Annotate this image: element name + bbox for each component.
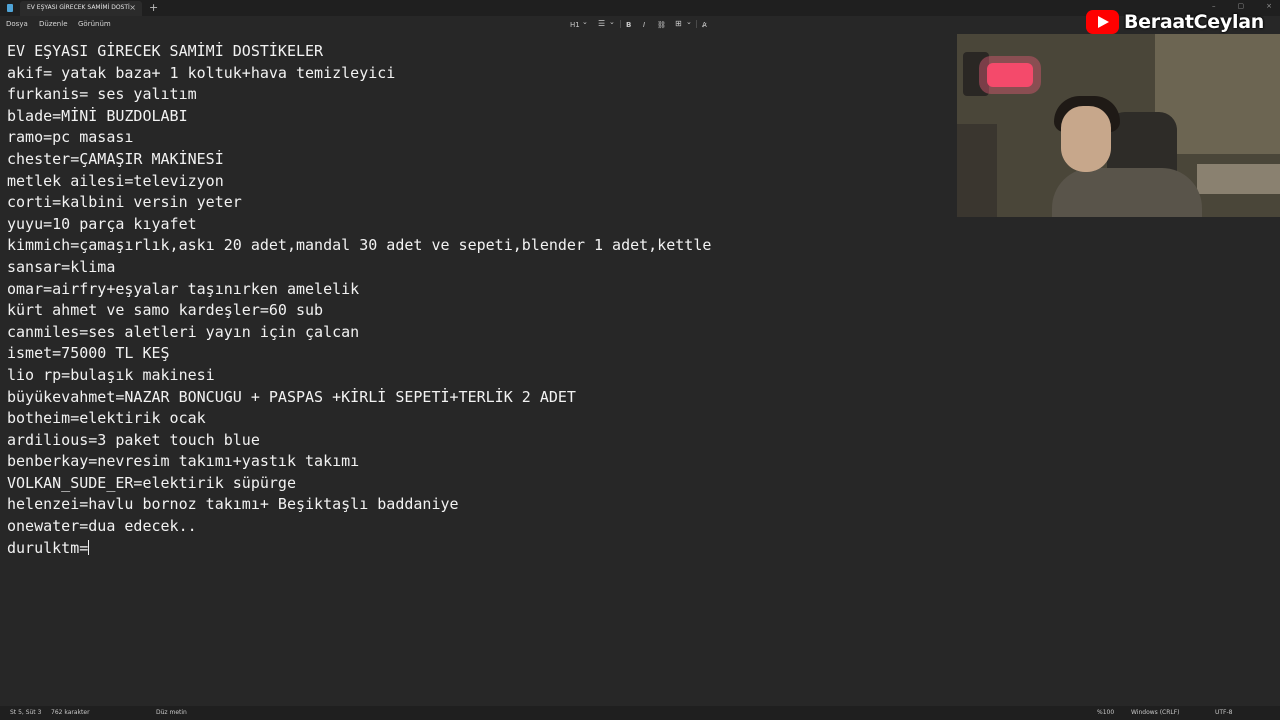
toolbar-divider (620, 20, 621, 28)
webcam-person-body (1052, 168, 1202, 217)
tab-title: EV EŞYASI GİRECEK SAMİMİ DOSTİ (27, 4, 130, 11)
zoom-level[interactable]: %100 (1097, 709, 1114, 716)
link-icon[interactable]: ⛓ (657, 20, 666, 30)
list-icon[interactable]: ☰ (598, 19, 605, 29)
character-count: 762 karakter (51, 709, 90, 716)
webcam-overlay (957, 34, 1280, 217)
webcam-person-face (1061, 106, 1111, 172)
heading-chevron-icon[interactable]: ⌄ (582, 17, 588, 27)
text-format[interactable]: Düz metin (156, 709, 187, 716)
channel-badge: BeraatCeylan (1086, 9, 1264, 35)
editor-line[interactable]: ardilious=3 paket touch blue (7, 430, 947, 452)
editor-line[interactable]: blade=MİNİ BUZDOLABI (7, 106, 947, 128)
editor-line[interactable]: VOLKAN_SUDE_ER=elektirik süpürge (7, 473, 947, 495)
editor-line[interactable]: akif= yatak baza+ 1 koltuk+hava temizley… (7, 63, 947, 85)
menu-file[interactable]: Dosya (6, 20, 28, 28)
editor-line[interactable]: metlek ailesi=televizyon (7, 171, 947, 193)
webcam-heater-light (987, 63, 1033, 87)
list-chevron-icon[interactable]: ⌄ (609, 17, 615, 27)
editor-line[interactable]: chester=ÇAMAŞIR MAKİNESİ (7, 149, 947, 171)
clear-formatting-icon[interactable]: A̷ (702, 20, 707, 30)
italic-button[interactable]: I (643, 20, 645, 30)
editor-text-area[interactable]: EV EŞYASI GİRECEK SAMİMİ DOSTİKELER akif… (7, 41, 947, 559)
new-tab-icon[interactable]: + (149, 1, 158, 14)
editor-line[interactable]: büyükevahmet=NAZAR BONCUGU + PASPAS +KİR… (7, 387, 947, 409)
editor-line[interactable]: benberkay=nevresim takımı+yastık takımı (7, 451, 947, 473)
status-bar: St 5, Süt 3 762 karakter Düz metin %100 … (0, 706, 1280, 720)
editor-line[interactable]: kürt ahmet ve samo kardeşler=60 sub (7, 300, 947, 322)
close-window-icon[interactable]: × (1266, 2, 1272, 10)
editor-line[interactable]: corti=kalbini versin yeter (7, 192, 947, 214)
menu-view[interactable]: Görünüm (78, 20, 111, 28)
editor-line[interactable]: lio rp=bulaşık makinesi (7, 365, 947, 387)
table-icon[interactable]: ⊞ (675, 19, 682, 29)
bold-button[interactable]: B (626, 20, 631, 30)
table-chevron-icon[interactable]: ⌄ (686, 17, 692, 27)
editor-line[interactable]: omar=airfry+eşyalar taşınırken amelelik (7, 279, 947, 301)
editor-line[interactable]: sansar=klima (7, 257, 947, 279)
toolbar-divider (696, 20, 697, 28)
editor-line[interactable]: yuyu=10 parça kıyafet (7, 214, 947, 236)
editor-line[interactable]: canmiles=ses aletleri yayın için çalcan (7, 322, 947, 344)
youtube-icon (1086, 10, 1119, 34)
editor-line[interactable]: helenzei=havlu bornoz takımı+ Beşiktaşlı… (7, 494, 947, 516)
cursor-position: St 5, Süt 3 (10, 709, 42, 716)
editor-line[interactable]: furkanis= ses yalıtım (7, 84, 947, 106)
heading-dropdown[interactable]: H1 (570, 20, 580, 30)
webcam-bed (1197, 164, 1280, 194)
editor-line[interactable]: onewater=dua edecek.. (7, 516, 947, 538)
editor-line[interactable]: EV EŞYASI GİRECEK SAMİMİ DOSTİKELER (7, 41, 947, 63)
editor-line[interactable]: kimmich=çamaşırlık,askı 20 adet,mandal 3… (7, 235, 947, 257)
menu-edit[interactable]: Düzenle (39, 20, 68, 28)
encoding[interactable]: UTF-8 (1215, 709, 1233, 716)
close-tab-icon[interactable]: × (129, 3, 136, 13)
document-tab[interactable]: EV EŞYASI GİRECEK SAMİMİ DOSTİ × (20, 1, 142, 16)
line-ending[interactable]: Windows (CRLF) (1131, 709, 1180, 716)
editor-line[interactable]: botheim=elektirik ocak (7, 408, 947, 430)
notepad-app-icon (7, 4, 13, 12)
notepad-window: EV EŞYASI GİRECEK SAMİMİ DOSTİ × + – ▢ ×… (0, 0, 1280, 720)
channel-name: BeraatCeylan (1124, 11, 1264, 33)
editor-line[interactable]: durulktm= (7, 538, 947, 560)
editor-line[interactable]: ismet=75000 TL KEŞ (7, 343, 947, 365)
editor-line[interactable]: ramo=pc masası (7, 127, 947, 149)
webcam-shelf (957, 124, 997, 217)
